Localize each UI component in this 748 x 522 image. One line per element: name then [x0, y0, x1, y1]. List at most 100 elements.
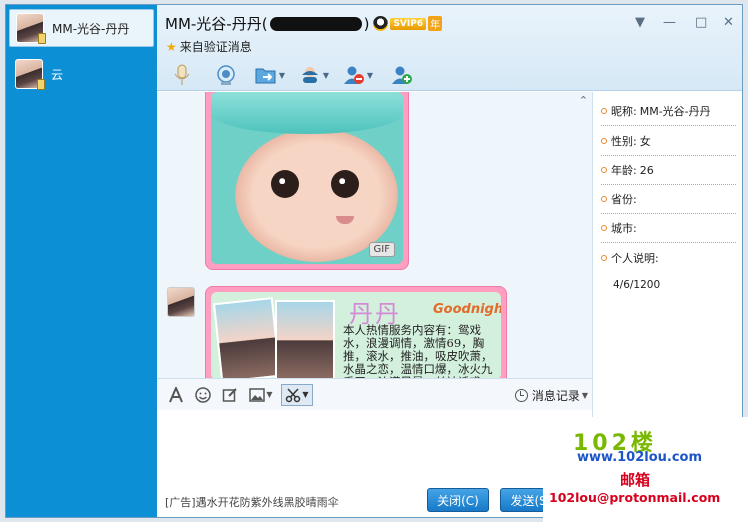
chevron-down-icon: ▼	[366, 70, 374, 80]
file-transfer-icon	[255, 68, 276, 84]
star-icon: ★	[166, 39, 177, 54]
chevron-down-icon: ▼	[581, 391, 588, 400]
avatar	[16, 13, 46, 44]
contact-item-mm[interactable]: MM-光谷-丹丹	[9, 9, 154, 47]
chat-title: MM-光谷-丹丹 ( ) SVIP6 年	[165, 13, 443, 34]
chat-subtitle: ★ 来自验证消息	[166, 38, 252, 55]
card-goodnight: Goodnight	[433, 302, 501, 317]
video-icon	[217, 65, 235, 85]
promo-card-image: 丹丹 Goodnight 本人热情服务内容有：鸳戏水，浪漫调情，激情69，胸推，…	[211, 292, 501, 378]
year-label: 年	[428, 16, 443, 31]
message-history-button[interactable]: 消息记录 ▼	[514, 387, 588, 404]
info-label: 昵称:	[611, 105, 637, 118]
image-button[interactable]: ▼	[246, 384, 276, 406]
edit-button[interactable]	[219, 384, 241, 406]
ad-link[interactable]: [广告]遇水开花防紫外线黑胶晴雨伞	[165, 494, 339, 510]
chevron-down-icon: ▼	[278, 70, 286, 80]
watermark-email: 102lou@protonmail.com	[549, 490, 721, 505]
close-button[interactable]: 关闭(C)	[427, 488, 489, 512]
font-icon	[169, 386, 183, 402]
scissors-icon	[286, 387, 301, 402]
info-row-bio: 个人说明:	[601, 243, 736, 272]
watermark: 102楼 www.102lou.com 邮箱 102lou@protonmail…	[543, 417, 748, 522]
chevron-down-icon: ▼	[302, 390, 309, 399]
remote-assist-icon	[301, 67, 318, 83]
avatar	[15, 59, 45, 90]
maximize-button[interactable]: □	[695, 15, 707, 30]
message-input[interactable]: [广告]遇水开花防紫外线黑胶晴雨伞 关闭(C) 发送(S)	[157, 410, 592, 517]
minimize-button[interactable]: —	[663, 15, 676, 30]
emoji-icon	[195, 386, 211, 403]
title-name: MM-光谷-丹丹	[165, 15, 262, 33]
mouth-shape	[336, 216, 354, 224]
bullet-icon	[601, 196, 607, 202]
info-value: 26	[639, 163, 654, 177]
subtitle-text: 来自验证消息	[179, 40, 252, 54]
eye-shape	[331, 170, 359, 198]
microphone-icon	[174, 64, 190, 85]
info-date: 4/6/1200	[613, 279, 661, 291]
info-label: 个人说明:	[611, 251, 659, 265]
edit-icon	[222, 387, 237, 402]
contact-item-yun[interactable]: 云	[9, 55, 154, 93]
info-value: MM-光谷-丹丹	[639, 105, 711, 118]
chat-toolbar: ▼ ▼ ▼	[165, 61, 429, 89]
emoji-button[interactable]	[192, 384, 214, 406]
font-button[interactable]	[165, 384, 187, 406]
chat-header: MM-光谷-丹丹 ( ) SVIP6 年 ★ 来自验证消息 ▼ — □ ✕ ▼ …	[157, 5, 742, 91]
svip-label: SVIP6	[390, 17, 427, 30]
info-row-province: 省份:	[601, 185, 736, 214]
chevron-down-icon: ▼	[322, 70, 330, 80]
sender-avatar[interactable]	[167, 287, 195, 317]
clock-icon	[514, 389, 528, 402]
card-text: 本人热情服务内容有：鸳戏水，浪漫调情，激情69，胸推，滚水，推油，吸皮吹萧，水晶…	[343, 323, 493, 379]
bullet-icon	[601, 138, 607, 144]
scroll-up-icon[interactable]: ⌃	[579, 94, 588, 107]
video-button[interactable]	[209, 62, 243, 88]
contact-name: MM-光谷-丹丹	[52, 21, 130, 36]
bullet-icon	[601, 225, 607, 231]
bullet-icon	[601, 254, 607, 261]
phone-badge-icon	[37, 79, 45, 90]
baby-gif-image: GIF	[211, 92, 403, 264]
file-transfer-button[interactable]: ▼	[253, 62, 287, 88]
info-value: 女	[639, 135, 651, 148]
title-paren-close: )	[363, 14, 370, 33]
contact-list: MM-光谷-丹丹 云	[6, 5, 157, 517]
remote-assist-button[interactable]: ▼	[297, 62, 331, 88]
bullet-icon	[601, 167, 607, 173]
history-label: 消息记录	[531, 389, 580, 403]
block-user-button[interactable]: ▼	[341, 62, 375, 88]
add-user-button[interactable]	[385, 62, 419, 88]
info-label: 年龄:	[611, 164, 637, 177]
vip-badge[interactable]: SVIP6 年	[373, 16, 443, 31]
watermark-url: www.102lou.com	[577, 450, 703, 465]
watermark-mailbox: 邮箱	[620, 471, 651, 489]
title-paren-open: (	[261, 14, 268, 33]
chevron-down-icon: ▼	[266, 390, 273, 399]
hat-shape	[211, 92, 403, 134]
screenshot-button[interactable]: ▼	[281, 383, 313, 406]
close-window-button[interactable]: ✕	[723, 15, 734, 30]
menu-dropdown-icon[interactable]: ▼	[635, 15, 645, 30]
bullet-icon	[601, 108, 607, 114]
info-row-nickname: 昵称: MM-光谷-丹丹	[601, 97, 736, 126]
redacted-qq-number	[269, 16, 362, 31]
info-row-age: 年龄: 26	[601, 156, 736, 185]
add-user-icon	[392, 66, 412, 84]
block-user-icon	[343, 66, 364, 84]
message-bubble-card[interactable]: 丹丹 Goodnight 本人热情服务内容有：鸳戏水，浪漫调情，激情69，胸推，…	[205, 286, 507, 378]
message-area[interactable]: ⌃ GIF 丹丹 Goodnight 本人热情服务内容有：鸳戏水，浪漫调情，激情…	[157, 92, 592, 378]
photo-thumbnail	[212, 297, 282, 378]
photo-thumbnail	[275, 300, 335, 378]
eye-shape	[271, 170, 299, 198]
info-label: 省份:	[611, 193, 637, 206]
contact-name: 云	[51, 67, 64, 82]
microphone-button[interactable]	[165, 62, 199, 88]
phone-badge-icon	[38, 33, 46, 44]
info-label: 城市:	[611, 222, 637, 235]
info-label: 性别:	[611, 135, 637, 148]
gif-badge: GIF	[368, 242, 395, 257]
qq-penguin-icon	[373, 16, 389, 31]
message-bubble-gif[interactable]: GIF	[205, 92, 409, 270]
